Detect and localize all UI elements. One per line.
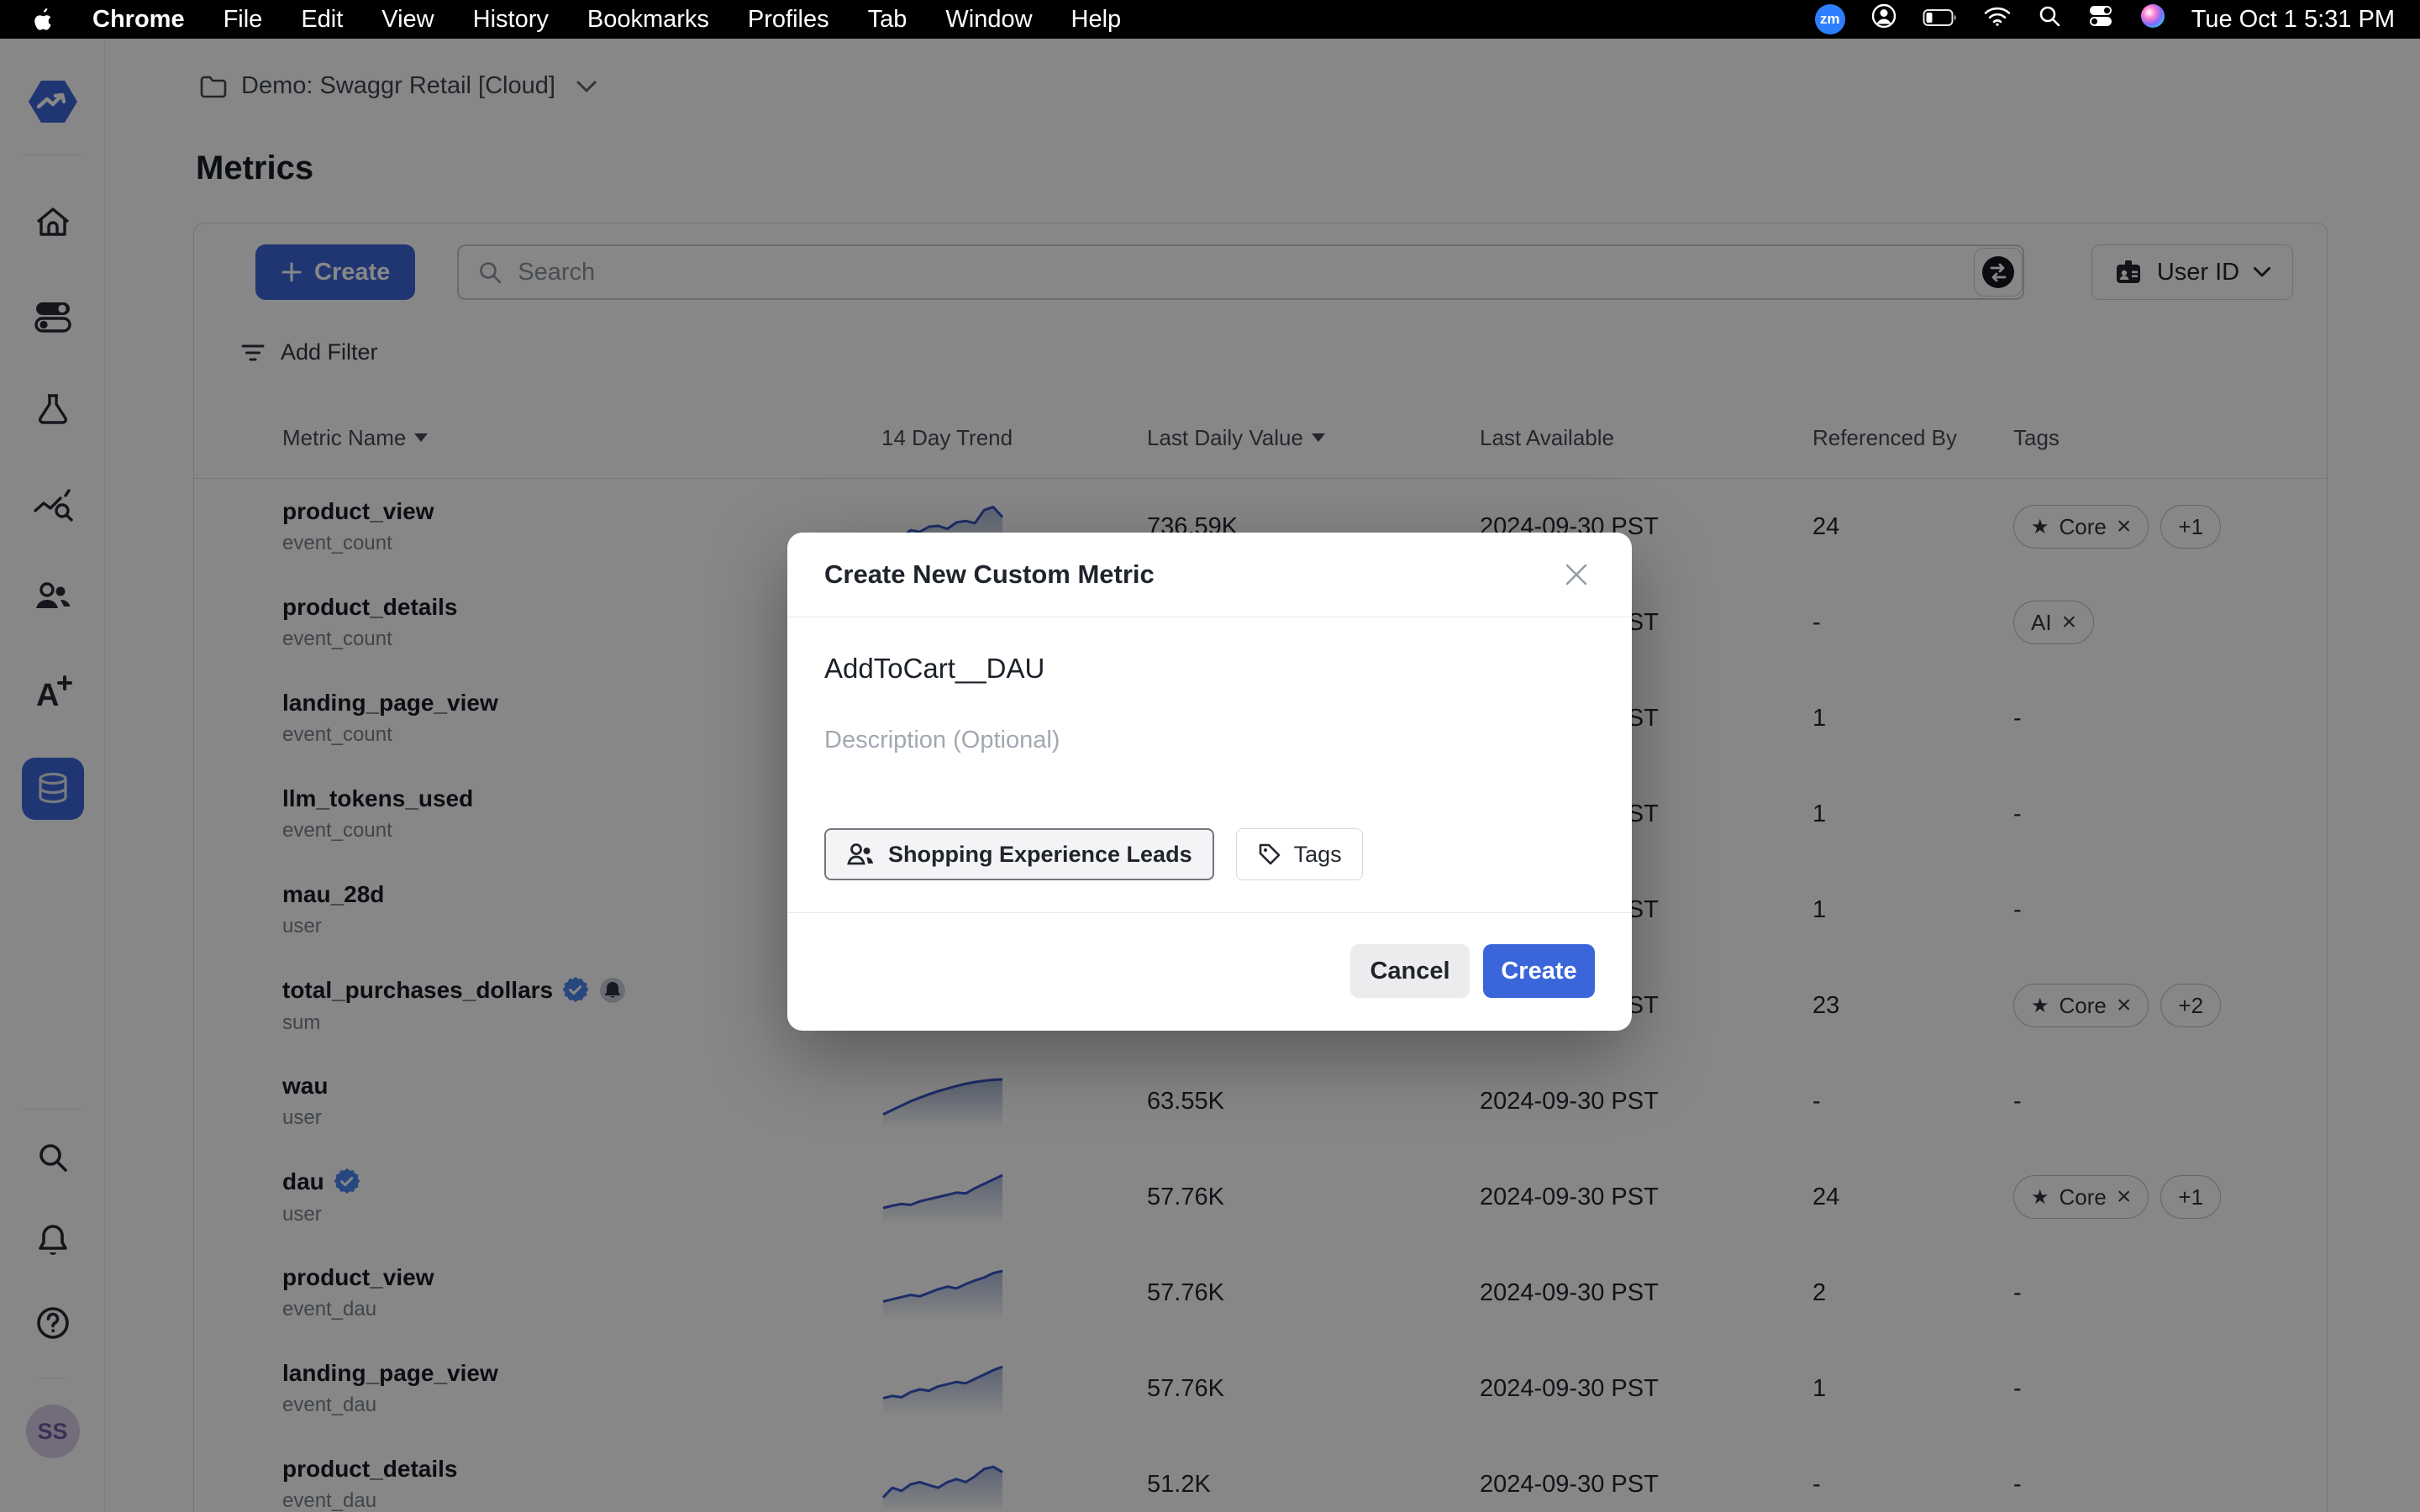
menu-item-history[interactable]: History xyxy=(473,6,549,34)
menu-item-file[interactable]: File xyxy=(224,6,263,34)
apple-menu-icon[interactable] xyxy=(32,7,54,32)
modal-footer: Cancel Create xyxy=(787,912,1632,1031)
tags-chip[interactable]: Tags xyxy=(1235,828,1363,880)
modal-title: Create New Custom Metric xyxy=(824,559,1155,589)
menu-item-help[interactable]: Help xyxy=(1071,6,1122,34)
menu-item-tab[interactable]: Tab xyxy=(868,6,908,34)
user-account-icon[interactable] xyxy=(1870,3,1897,36)
modal-create-button[interactable]: Create xyxy=(1483,944,1595,998)
menu-item-view[interactable]: View xyxy=(381,6,434,34)
spotlight-search-icon[interactable] xyxy=(2037,3,2062,35)
modal-body: Shopping Experience Leads Tags xyxy=(787,653,1632,880)
modal-header: Create New Custom Metric xyxy=(787,533,1632,617)
menu-item-edit[interactable]: Edit xyxy=(301,6,343,34)
wifi-icon[interactable] xyxy=(1983,5,2012,34)
menu-item-profiles[interactable]: Profiles xyxy=(748,6,829,34)
close-icon xyxy=(1565,564,1587,585)
create-metric-modal: Create New Custom Metric Shopping Experi… xyxy=(787,533,1632,1031)
close-button[interactable] xyxy=(1558,556,1595,593)
menu-item-window[interactable]: Window xyxy=(945,6,1032,34)
cancel-button[interactable]: Cancel xyxy=(1350,944,1470,998)
owner-team-chip[interactable]: Shopping Experience Leads xyxy=(824,828,1214,880)
menu-item-bookmarks[interactable]: Bookmarks xyxy=(587,6,709,34)
battery-icon[interactable] xyxy=(1923,6,1958,34)
menubar-clock[interactable]: Tue Oct 1 5:31 PM xyxy=(2191,6,2395,34)
macos-menubar: Chrome File Edit View History Bookmarks Profil… xyxy=(0,0,2420,39)
siri-icon[interactable] xyxy=(2139,3,2166,36)
metric-name-input[interactable] xyxy=(824,653,1595,685)
description-input[interactable] xyxy=(824,727,1595,754)
people-icon xyxy=(847,843,873,865)
menu-item-chrome[interactable]: Chrome xyxy=(92,6,185,34)
control-center-icon[interactable] xyxy=(2087,3,2114,35)
tag-icon xyxy=(1259,843,1280,865)
zoom-app-icon[interactable]: zm xyxy=(1814,4,1845,34)
